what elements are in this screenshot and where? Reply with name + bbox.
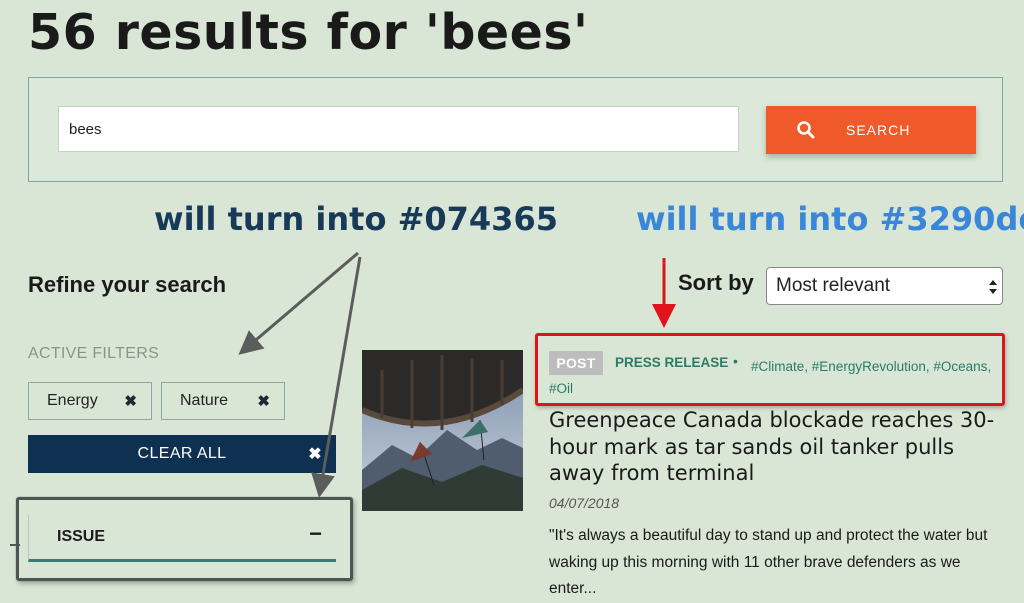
search-panel: SEARCH xyxy=(28,77,1003,182)
result-date: 04/07/2018 xyxy=(549,495,620,511)
sort-label: Sort by xyxy=(678,270,754,295)
filter-chip-nature[interactable]: Nature ✖ xyxy=(161,382,285,420)
tag-link[interactable]: #EnergyRevolution xyxy=(812,359,926,374)
tag-link[interactable]: #Oil xyxy=(549,381,573,396)
active-filters-label: ACTIVE FILTERS xyxy=(28,345,160,362)
issue-accordion[interactable]: ISSUE − xyxy=(28,515,336,562)
sort-select[interactable]: Most relevant xyxy=(766,267,1003,305)
result-tags: #Climate, #EnergyRevolution, #Oceans, #Oi… xyxy=(549,359,992,396)
result-title[interactable]: Greenpeace Canada blockade reaches 30-ho… xyxy=(549,407,1009,487)
close-icon: ✖ xyxy=(308,446,322,463)
close-icon[interactable]: ✖ xyxy=(257,392,270,410)
search-button[interactable]: SEARCH xyxy=(766,106,976,154)
collapse-icon[interactable]: − xyxy=(309,521,322,547)
clear-all-label: CLEAR ALL xyxy=(137,445,227,462)
filter-chip-label: Energy xyxy=(47,392,98,409)
tag-link[interactable]: #Climate xyxy=(751,359,804,374)
filter-chip-label: Nature xyxy=(180,392,229,409)
close-icon[interactable]: ✖ xyxy=(124,392,137,410)
annotation-right: will turn into #3290de xyxy=(636,200,1024,238)
clear-all-button[interactable]: CLEAR ALL ✖ xyxy=(28,435,336,473)
tag-link[interactable]: #Oceans xyxy=(933,359,987,374)
result-thumbnail[interactable] xyxy=(360,350,525,511)
issue-label: ISSUE xyxy=(57,528,106,545)
refine-heading: Refine your search xyxy=(28,272,227,297)
page-title: 56 results for 'bees' xyxy=(28,4,589,61)
search-input[interactable] xyxy=(58,106,739,152)
select-arrows-icon xyxy=(988,277,998,297)
search-button-label: SEARCH xyxy=(846,122,911,138)
arrow-to-active-filters xyxy=(238,251,359,355)
sort-selected-value: Most relevant xyxy=(776,275,891,296)
result-excerpt: "It's always a beautiful day to stand up… xyxy=(549,527,988,597)
filter-chip-energy[interactable]: Energy ✖ xyxy=(28,382,152,420)
annotation-left: will turn into #074365 xyxy=(154,200,558,238)
search-icon xyxy=(796,120,816,140)
